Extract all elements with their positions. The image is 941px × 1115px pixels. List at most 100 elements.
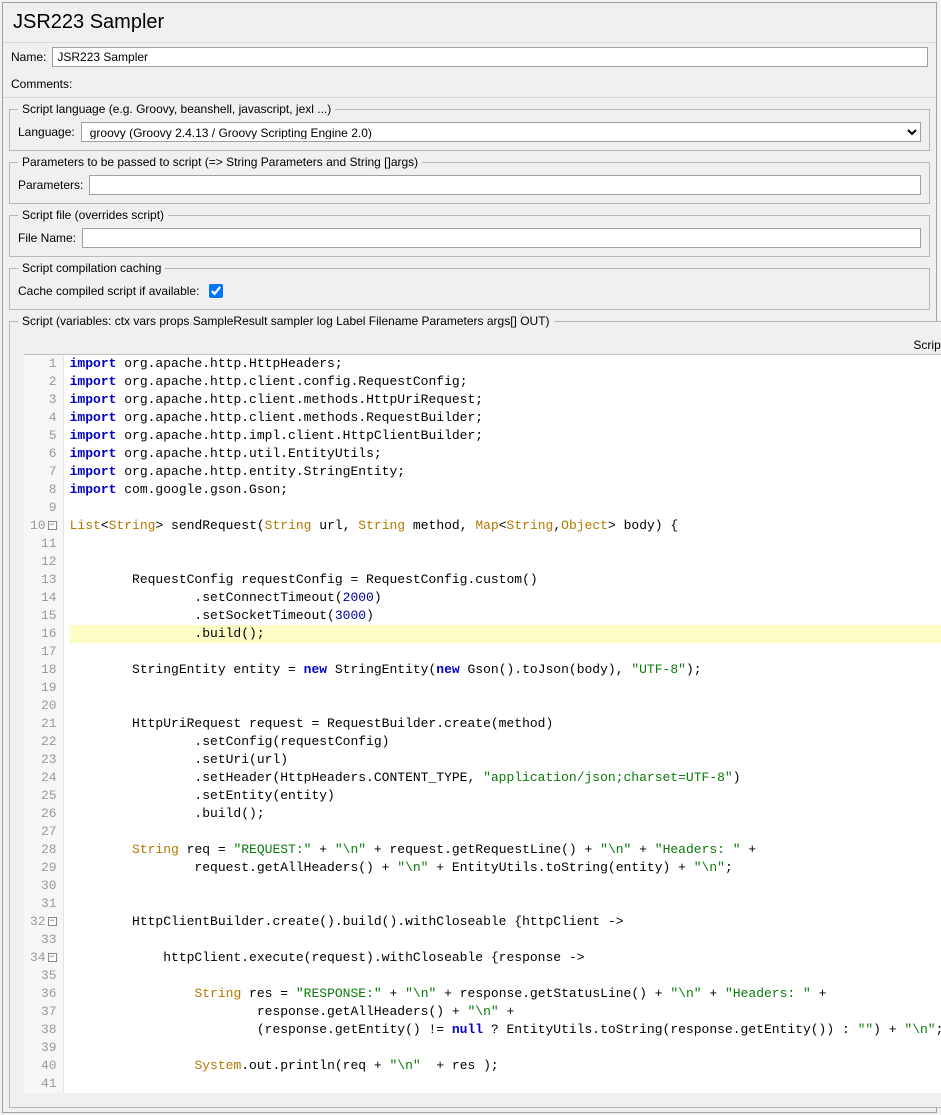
code-line[interactable] xyxy=(70,679,941,697)
language-select[interactable]: groovy (Groovy 2.4.13 / Groovy Scripting… xyxy=(81,122,921,142)
parameters-group: Parameters to be passed to script (=> St… xyxy=(9,155,930,204)
line-number: 29 xyxy=(30,859,57,877)
fold-icon[interactable]: − xyxy=(48,521,57,530)
line-number-gutter: 1 2 3 4 5 6 7 8 910−11121314151617181920… xyxy=(24,355,64,1093)
code-line[interactable]: import org.apache.http.entity.StringEnti… xyxy=(70,463,941,481)
code-line[interactable]: RequestConfig requestConfig = RequestCon… xyxy=(70,571,941,589)
line-number: 21 xyxy=(30,715,57,733)
line-number: 14 xyxy=(30,589,57,607)
code-line[interactable]: response.getAllHeaders() + "\n" + xyxy=(70,1003,941,1021)
code-line[interactable]: httpClient.execute(request).withCloseabl… xyxy=(70,949,941,967)
comments-row: Comments: xyxy=(3,71,936,98)
parameters-input[interactable] xyxy=(89,175,921,195)
code-line[interactable]: import org.apache.http.client.methods.Re… xyxy=(70,409,941,427)
cache-label: Cache compiled script if available: xyxy=(18,284,199,298)
line-number: 6 xyxy=(30,445,57,463)
language-group: Script language (e.g. Groovy, beanshell,… xyxy=(9,102,930,151)
code-line[interactable] xyxy=(70,499,941,517)
code-line[interactable]: List<String> sendRequest(String url, Str… xyxy=(70,517,941,535)
line-number: 7 xyxy=(30,463,57,481)
line-number: 12 xyxy=(30,553,57,571)
line-number: 24 xyxy=(30,769,57,787)
code-line[interactable]: HttpUriRequest request = RequestBuilder.… xyxy=(70,715,941,733)
line-number: 9 xyxy=(30,499,57,517)
cache-legend: Script compilation caching xyxy=(18,261,165,275)
line-number: 23 xyxy=(30,751,57,769)
sampler-panel: JSR223 Sampler Name: Comments: Script la… xyxy=(2,2,937,1113)
code-line[interactable]: System.out.println(req + "\n" + res ); xyxy=(70,1057,941,1075)
line-number: 13 xyxy=(30,571,57,589)
code-editor[interactable]: 1 2 3 4 5 6 7 8 910−11121314151617181920… xyxy=(24,354,941,1093)
code-line[interactable]: request.getAllHeaders() + "\n" + EntityU… xyxy=(70,859,941,877)
line-number: 20 xyxy=(30,697,57,715)
fold-icon[interactable]: − xyxy=(48,953,57,962)
line-number: 18 xyxy=(30,661,57,679)
code-line[interactable]: import org.apache.http.client.methods.Ht… xyxy=(70,391,941,409)
code-line[interactable]: import org.apache.http.client.config.Req… xyxy=(70,373,941,391)
code-content[interactable]: import org.apache.http.HttpHeaders;impor… xyxy=(64,355,941,1093)
line-number: 31 xyxy=(30,895,57,913)
line-number: 37 xyxy=(30,1003,57,1021)
line-number: 3 xyxy=(30,391,57,409)
code-line[interactable] xyxy=(70,1039,941,1057)
name-input[interactable] xyxy=(52,47,928,67)
line-number: 34− xyxy=(30,949,57,967)
name-row: Name: xyxy=(3,43,936,71)
code-line[interactable]: .setUri(url) xyxy=(70,751,941,769)
line-number: 27 xyxy=(30,823,57,841)
code-line[interactable] xyxy=(70,967,941,985)
line-number: 35 xyxy=(30,967,57,985)
line-number: 5 xyxy=(30,427,57,445)
code-line[interactable]: .setConfig(requestConfig) xyxy=(70,733,941,751)
file-label: File Name: xyxy=(18,231,76,245)
code-line[interactable]: import org.apache.http.impl.client.HttpC… xyxy=(70,427,941,445)
line-number: 33 xyxy=(30,931,57,949)
line-number: 4 xyxy=(30,409,57,427)
code-line[interactable]: import com.google.gson.Gson; xyxy=(70,481,941,499)
file-group: Script file (overrides script) File Name… xyxy=(9,208,930,257)
code-line[interactable]: .setConnectTimeout(2000) xyxy=(70,589,941,607)
code-line[interactable]: .setSocketTimeout(3000) xyxy=(70,607,941,625)
line-number: 28 xyxy=(30,841,57,859)
line-number: 2 xyxy=(30,373,57,391)
language-legend: Script language (e.g. Groovy, beanshell,… xyxy=(18,102,335,116)
line-number: 16 xyxy=(30,625,57,643)
code-line[interactable]: .build(); xyxy=(70,625,941,643)
code-line[interactable] xyxy=(70,1075,941,1093)
script-legend: Script (variables: ctx vars props Sample… xyxy=(18,314,554,328)
language-label: Language: xyxy=(18,125,75,139)
code-line[interactable] xyxy=(70,643,941,661)
code-line[interactable] xyxy=(70,553,941,571)
code-line[interactable] xyxy=(70,697,941,715)
line-number: 22 xyxy=(30,733,57,751)
code-line[interactable] xyxy=(70,931,941,949)
cache-checkbox[interactable] xyxy=(209,284,223,298)
code-line[interactable]: import org.apache.http.HttpHeaders; xyxy=(70,355,941,373)
code-line[interactable] xyxy=(70,895,941,913)
name-label: Name: xyxy=(11,50,46,64)
script-label: Script: xyxy=(913,338,941,352)
line-number: 15 xyxy=(30,607,57,625)
code-line[interactable] xyxy=(70,535,941,553)
line-number: 30 xyxy=(30,877,57,895)
parameters-label: Parameters: xyxy=(18,178,83,192)
line-number: 1 xyxy=(30,355,57,373)
code-line[interactable]: HttpClientBuilder.create().build().withC… xyxy=(70,913,941,931)
file-legend: Script file (overrides script) xyxy=(18,208,168,222)
line-number: 36 xyxy=(30,985,57,1003)
code-line[interactable]: StringEntity entity = new StringEntity(n… xyxy=(70,661,941,679)
code-line[interactable] xyxy=(70,877,941,895)
line-number: 25 xyxy=(30,787,57,805)
code-line[interactable]: (response.getEntity() != null ? EntityUt… xyxy=(70,1021,941,1039)
file-input[interactable] xyxy=(82,228,921,248)
code-line[interactable]: .setHeader(HttpHeaders.CONTENT_TYPE, "ap… xyxy=(70,769,941,787)
code-line[interactable]: .build(); xyxy=(70,805,941,823)
code-line[interactable]: import org.apache.http.util.EntityUtils; xyxy=(70,445,941,463)
code-line[interactable] xyxy=(70,823,941,841)
line-number: 40 xyxy=(30,1057,57,1075)
code-line[interactable]: .setEntity(entity) xyxy=(70,787,941,805)
code-line[interactable]: String res = "RESPONSE:" + "\n" + respon… xyxy=(70,985,941,1003)
line-number: 17 xyxy=(30,643,57,661)
fold-icon[interactable]: − xyxy=(48,917,57,926)
code-line[interactable]: String req = "REQUEST:" + "\n" + request… xyxy=(70,841,941,859)
